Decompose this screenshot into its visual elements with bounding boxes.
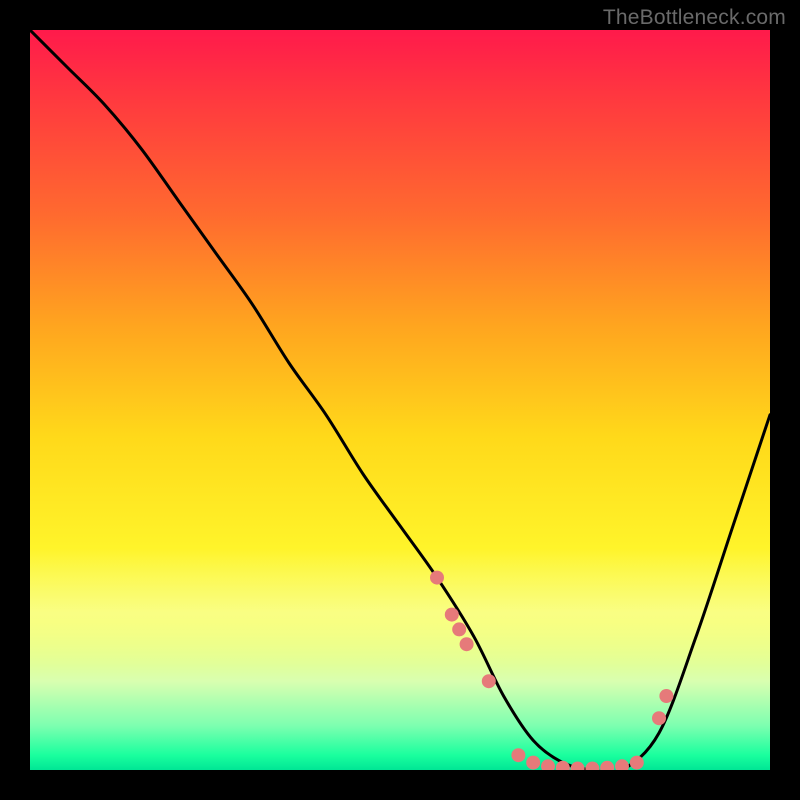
data-marker [630,756,644,770]
plot-area [30,30,770,770]
curve-layer [30,30,770,770]
bottleneck-curve [30,30,770,770]
data-marker [511,748,525,762]
data-marker [615,759,629,770]
data-marker [526,756,540,770]
data-marker [556,761,570,770]
chart-root: TheBottleneck.com [0,0,800,800]
data-marker [541,759,555,770]
data-marker [460,637,474,651]
data-marker [585,762,599,770]
data-markers [430,571,673,770]
data-marker [659,689,673,703]
watermark-text: TheBottleneck.com [603,6,786,30]
data-marker [652,711,666,725]
data-marker [445,608,459,622]
data-marker [452,622,466,636]
data-marker [482,674,496,688]
data-marker [571,762,585,770]
data-marker [600,761,614,770]
data-marker [430,571,444,585]
